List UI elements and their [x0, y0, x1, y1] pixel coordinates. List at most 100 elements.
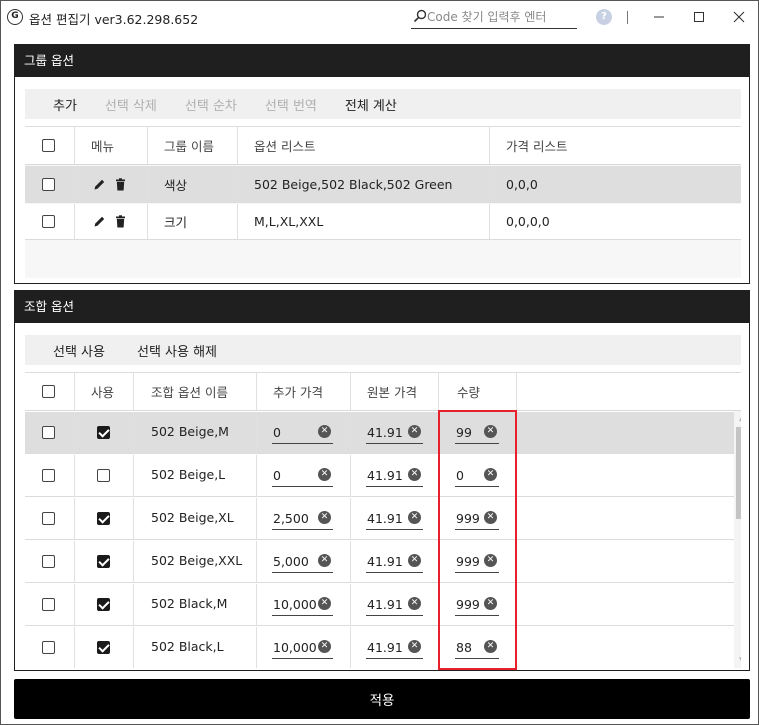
table-row[interactable]: 502 Beige,L 0 ✕ 41.91 ✕ 0 ✕ — [25, 455, 734, 497]
help-icon[interactable]: ? — [596, 9, 612, 25]
original-price-field[interactable]: 41.91 ✕ — [366, 508, 423, 530]
row-checkbox[interactable] — [42, 204, 55, 239]
clear-icon[interactable]: ✕ — [484, 597, 497, 610]
group-options-title: 그룹 옵션 — [15, 45, 749, 77]
original-price-field[interactable]: 41.91 ✕ — [366, 637, 423, 659]
group-toolbar: 추가 선택 삭제 선택 순차 선택 번역 전체 계산 — [25, 89, 741, 119]
quantity-field[interactable]: 88 ✕ — [455, 637, 499, 659]
clear-icon[interactable]: ✕ — [318, 425, 331, 438]
apply-button[interactable]: 적용 — [14, 679, 750, 719]
add-group-button[interactable]: 추가 — [53, 95, 77, 114]
original-price-field[interactable]: 41.91 ✕ — [366, 465, 423, 487]
table-row[interactable]: 크기 M,L,XL,XXL 0,0,0,0 — [25, 204, 741, 240]
row-checkbox[interactable] — [42, 166, 55, 202]
close-button[interactable] — [719, 3, 759, 31]
clear-icon[interactable]: ✕ — [318, 511, 331, 524]
app-logo-icon: G — [7, 9, 23, 25]
quantity-field[interactable]: 999 ✕ — [455, 551, 499, 573]
table-row[interactable]: 502 Beige,XL 2,500 ✕ 41.91 ✕ 999 ✕ — [25, 498, 734, 540]
table-row[interactable]: 색상 502 Beige,502 Black,502 Green 0,0,0 — [25, 166, 741, 203]
calculate-all-button[interactable]: 전체 계산 — [345, 95, 397, 114]
row-checkbox[interactable] — [42, 584, 55, 625]
table-row[interactable]: 502 Beige,XXL 5,000 ✕ 41.91 ✕ 999 ✕ — [25, 541, 734, 583]
use-checkbox[interactable] — [97, 584, 110, 625]
use-checkbox[interactable] — [97, 627, 110, 668]
clear-icon[interactable]: ✕ — [408, 640, 421, 653]
clear-icon[interactable]: ✕ — [318, 597, 331, 610]
extra-price-value: 0 — [273, 468, 281, 483]
extra-price-field[interactable]: 5,000 ✕ — [272, 551, 333, 573]
quantity-value: 88 — [456, 640, 472, 655]
extra-price-field[interactable]: 2,500 ✕ — [272, 508, 333, 530]
clear-icon[interactable]: ✕ — [408, 468, 421, 481]
clear-icon[interactable]: ✕ — [484, 554, 497, 567]
search-input[interactable] — [427, 8, 575, 26]
use-checkbox[interactable] — [97, 541, 110, 582]
clear-icon[interactable]: ✕ — [318, 640, 331, 653]
extra-price-field[interactable]: 10,000 ✕ — [272, 637, 333, 659]
trash-icon[interactable] — [114, 177, 127, 191]
scroll-up-arrow-icon[interactable]: ▲ — [734, 411, 741, 425]
clear-icon[interactable]: ✕ — [408, 425, 421, 438]
table-row[interactable]: 502 Black,M 10,000 ✕ 41.91 ✕ 999 ✕ — [25, 584, 734, 626]
group-table: 메뉴 그룹 이름 옵션 리스트 가격 리스트 색상 502 Beige,502 … — [25, 126, 741, 278]
select-all-checkbox[interactable] — [42, 373, 55, 410]
clear-icon[interactable]: ✕ — [408, 597, 421, 610]
combination-table-header: 사용 조합 옵션 이름 추가 가격 원본 가격 수량 — [25, 373, 741, 411]
scroll-down-arrow-icon[interactable]: ▼ — [734, 654, 741, 668]
row-checkbox[interactable] — [42, 498, 55, 539]
original-price-field[interactable]: 41.91 ✕ — [366, 594, 423, 616]
row-checkbox[interactable] — [42, 412, 55, 453]
clear-icon[interactable]: ✕ — [408, 554, 421, 567]
minimize-button[interactable] — [639, 3, 679, 31]
sort-selected-button[interactable]: 선택 순차 — [185, 95, 237, 114]
extra-price-field[interactable]: 0 ✕ — [272, 465, 333, 487]
clear-icon[interactable]: ✕ — [318, 554, 331, 567]
use-checkbox[interactable] — [97, 455, 110, 496]
price-list-cell: 0,0,0,0 — [506, 214, 550, 229]
clear-icon[interactable]: ✕ — [318, 468, 331, 481]
extra-price-field[interactable]: 0 ✕ — [272, 422, 333, 444]
row-checkbox[interactable] — [42, 455, 55, 496]
select-all-checkbox[interactable] — [42, 127, 55, 164]
row-checkbox[interactable] — [42, 541, 55, 582]
combination-toolbar: 선택 사용 선택 사용 해제 — [25, 335, 741, 365]
clear-icon[interactable]: ✕ — [484, 640, 497, 653]
price-list-cell: 0,0,0 — [506, 176, 538, 192]
clear-icon[interactable]: ✕ — [484, 468, 497, 481]
table-row[interactable]: 502 Beige,M 0 ✕ 41.91 ✕ 99 ✕ — [25, 412, 734, 454]
clear-icon[interactable]: ✕ — [484, 425, 497, 438]
clear-icon[interactable]: ✕ — [484, 511, 497, 524]
column-header-option-list: 옵션 리스트 — [254, 139, 316, 154]
trash-icon[interactable] — [114, 215, 127, 228]
group-options-panel: 그룹 옵션 추가 선택 삭제 선택 순차 선택 번역 전체 계산 메뉴 그룹 이… — [14, 44, 750, 284]
search-box — [411, 7, 577, 29]
extra-price-field[interactable]: 10,000 ✕ — [272, 594, 333, 616]
column-header-combo-name: 조합 옵션 이름 — [151, 385, 228, 400]
translate-selected-button[interactable]: 선택 번역 — [265, 95, 317, 114]
extra-price-value: 10,000 — [273, 597, 317, 612]
delete-selected-button[interactable]: 선택 삭제 — [105, 95, 157, 114]
clear-icon[interactable]: ✕ — [408, 511, 421, 524]
extra-price-value: 2,500 — [273, 511, 309, 526]
extra-price-value: 5,000 — [273, 554, 309, 569]
enable-selected-button[interactable]: 선택 사용 — [53, 341, 105, 360]
original-price-field[interactable]: 41.91 ✕ — [366, 551, 423, 573]
column-header-use: 사용 — [91, 385, 115, 400]
edit-icon[interactable] — [93, 178, 106, 191]
use-checkbox[interactable] — [97, 412, 110, 453]
original-price-field[interactable]: 41.91 ✕ — [366, 422, 423, 444]
edit-icon[interactable] — [93, 215, 106, 228]
maximize-button[interactable] — [679, 3, 719, 31]
quantity-field[interactable]: 999 ✕ — [455, 594, 499, 616]
quantity-field[interactable]: 999 ✕ — [455, 508, 499, 530]
table-row[interactable]: 502 Black,L 10,000 ✕ 41.91 ✕ 88 ✕ — [25, 627, 734, 668]
quantity-field[interactable]: 0 ✕ — [455, 465, 499, 487]
vertical-scrollbar[interactable]: ▲ ▼ — [734, 411, 741, 668]
use-checkbox[interactable] — [97, 498, 110, 539]
original-price-value: 41.91 — [367, 468, 403, 483]
quantity-field[interactable]: 99 ✕ — [455, 422, 499, 444]
disable-selected-button[interactable]: 선택 사용 해제 — [137, 341, 217, 360]
scrollbar-thumb[interactable] — [736, 427, 741, 519]
row-checkbox[interactable] — [42, 627, 55, 668]
